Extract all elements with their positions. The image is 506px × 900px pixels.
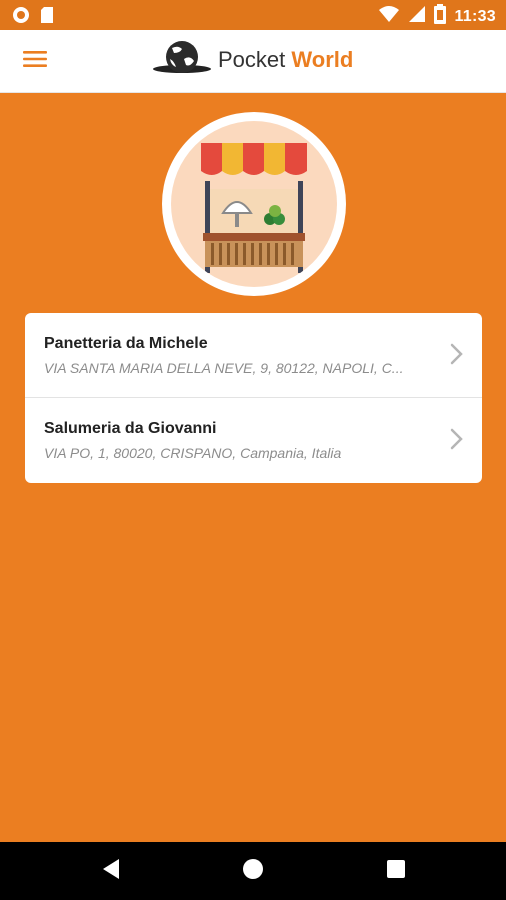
back-icon — [101, 858, 121, 885]
list-item[interactable]: Panetteria da Michele VIA SANTA MARIA DE… — [25, 313, 482, 397]
sd-card-icon — [40, 6, 54, 29]
menu-button[interactable] — [16, 44, 54, 78]
back-button[interactable] — [96, 856, 126, 886]
shop-address: VIA SANTA MARIA DELLA NEVE, 9, 80122, NA… — [44, 360, 404, 376]
chevron-right-icon — [450, 343, 464, 365]
logo-text: Pocket World — [218, 47, 353, 73]
notification-circle-icon — [12, 6, 30, 29]
market-stall-icon — [171, 121, 337, 287]
list-item[interactable]: Salumeria da Giovanni VIA PO, 1, 80020, … — [25, 397, 482, 482]
signal-icon — [408, 5, 426, 28]
globe-icon — [152, 39, 212, 82]
status-time: 11:33 — [454, 7, 496, 25]
hamburger-menu-icon — [23, 50, 47, 73]
shop-name: Panetteria da Michele — [44, 335, 208, 352]
home-icon — [242, 858, 264, 885]
battery-icon — [434, 4, 447, 29]
home-button[interactable] — [238, 856, 268, 886]
logo-word-world: World — [291, 47, 354, 72]
status-right: 11:33 — [378, 4, 496, 29]
app-bar: Pocket World — [0, 30, 506, 93]
status-bar: 11:33 — [0, 0, 506, 30]
shop-list: Panetteria da Michele VIA SANTA MARIA DE… — [25, 313, 482, 483]
app-logo: Pocket World — [152, 40, 353, 80]
shop-address: VIA PO, 1, 80020, CRISPANO, Campania, It… — [44, 445, 342, 461]
wifi-icon — [378, 5, 400, 28]
status-left — [12, 6, 54, 29]
recents-button[interactable] — [381, 856, 411, 886]
logo-word-pocket: Pocket — [218, 47, 286, 72]
shop-name: Salumeria da Giovanni — [44, 420, 217, 437]
chevron-right-icon — [450, 428, 464, 450]
system-nav-bar — [0, 842, 506, 900]
recents-icon — [386, 859, 406, 884]
hero-avatar — [162, 112, 346, 296]
